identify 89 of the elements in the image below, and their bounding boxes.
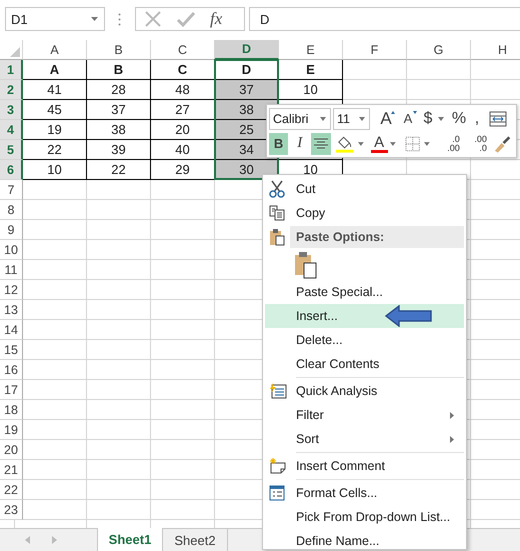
column-header[interactable]: H bbox=[471, 40, 520, 60]
row-header[interactable]: 5 bbox=[0, 140, 23, 160]
font-color-button[interactable]: A bbox=[370, 134, 388, 152]
menu-item[interactable]: Copy bbox=[265, 201, 464, 225]
table-cell: 10 bbox=[23, 160, 87, 180]
table-cell: E bbox=[279, 60, 343, 80]
copy-icon bbox=[269, 205, 285, 221]
menu-item[interactable]: Delete... bbox=[265, 328, 464, 352]
format-button[interactable]: , bbox=[469, 108, 485, 130]
increase-decimal-button[interactable]: .0 .00 bbox=[438, 134, 460, 152]
name-box[interactable]: D1 bbox=[5, 7, 105, 31]
caret-icon[interactable] bbox=[390, 142, 396, 146]
menu-item[interactable]: Define Name... bbox=[265, 529, 464, 551]
table-cell: 19 bbox=[23, 120, 87, 140]
bold-button[interactable]: B bbox=[269, 132, 288, 154]
row-header[interactable]: 6 bbox=[0, 160, 23, 180]
sheet-tab[interactable]: Sheet2 bbox=[163, 529, 228, 551]
menu-item[interactable]: Insert Comment bbox=[265, 454, 464, 478]
caret-icon[interactable] bbox=[438, 116, 444, 120]
center-align-button[interactable] bbox=[311, 132, 331, 154]
format-button[interactable]: % bbox=[451, 108, 467, 130]
caret-icon[interactable] bbox=[358, 142, 364, 146]
merge-center-icon[interactable] bbox=[489, 110, 507, 126]
table-cell: A bbox=[23, 60, 87, 80]
menu-item[interactable]: Paste Special... bbox=[265, 280, 464, 304]
clipboard-icon[interactable] bbox=[294, 250, 318, 278]
table-cell: 48 bbox=[151, 80, 215, 100]
menu-item[interactable]: Pick From Drop-down List... bbox=[265, 505, 464, 529]
caret-icon bbox=[320, 116, 326, 120]
menu-item[interactable]: Clear Contents bbox=[265, 352, 464, 376]
menu-item[interactable]: Insert... bbox=[265, 304, 464, 328]
table-cell: 29 bbox=[151, 160, 215, 180]
table-cell: 22 bbox=[87, 160, 151, 180]
table-cell: 45 bbox=[23, 100, 87, 120]
fill-color-icon[interactable] bbox=[334, 134, 354, 154]
comment-icon bbox=[269, 458, 287, 474]
left-arrow bbox=[385, 305, 433, 327]
table-cell: 27 bbox=[151, 100, 215, 120]
menu-heading: Paste Options: bbox=[290, 226, 464, 248]
format-cells-icon bbox=[269, 485, 285, 501]
menu-item[interactable]: Cut bbox=[265, 177, 464, 201]
formula-field[interactable]: D bbox=[249, 7, 520, 31]
table-cell: 37 bbox=[87, 100, 151, 120]
table-cell: 38 bbox=[87, 120, 151, 140]
font-size-dropdown[interactable]: 11 bbox=[333, 108, 370, 130]
row-header[interactable]: 3 bbox=[0, 100, 23, 120]
row-header[interactable]: 4 bbox=[0, 120, 23, 140]
table-cell: 10 bbox=[279, 80, 343, 100]
insert-function-button[interactable]: fx bbox=[210, 9, 222, 29]
column-header[interactable]: D bbox=[215, 40, 279, 60]
table-cell: 41 bbox=[23, 80, 87, 100]
table-cell: 20 bbox=[151, 120, 215, 140]
sheet-tab[interactable]: Sheet1 bbox=[98, 528, 163, 551]
scissors-icon bbox=[269, 180, 285, 198]
italic-button[interactable]: I bbox=[290, 132, 310, 154]
column-header[interactable]: B bbox=[87, 40, 151, 60]
table-cell: 37 bbox=[215, 80, 279, 100]
borders-icon[interactable] bbox=[404, 136, 420, 152]
table-cell: B bbox=[87, 60, 151, 80]
table-cell: 39 bbox=[87, 140, 151, 160]
shrink-font-button[interactable]: A bbox=[398, 108, 418, 130]
column-header[interactable]: G bbox=[407, 40, 471, 60]
align-center-icon bbox=[314, 138, 328, 150]
caret-icon bbox=[359, 116, 365, 120]
submenu-arrow-icon bbox=[450, 412, 454, 418]
table-cell: 22 bbox=[23, 140, 87, 160]
grow-font-button[interactable]: A bbox=[376, 108, 396, 130]
column-header[interactable]: E bbox=[279, 40, 343, 60]
menu-item[interactable]: Format Cells... bbox=[265, 481, 464, 505]
menu-item[interactable]: Quick Analysis bbox=[265, 379, 464, 403]
grip-icon bbox=[118, 12, 121, 26]
caret-icon bbox=[91, 17, 98, 21]
table-cell: C bbox=[151, 60, 215, 80]
row-header[interactable]: 2 bbox=[0, 80, 23, 100]
column-header[interactable]: F bbox=[343, 40, 407, 60]
format-button[interactable]: $ bbox=[420, 108, 436, 130]
row-header[interactable]: 1 bbox=[0, 60, 23, 80]
font-dropdown[interactable]: Calibri bbox=[269, 108, 331, 130]
menu-item[interactable]: Sort bbox=[265, 427, 464, 451]
caret-icon[interactable] bbox=[424, 142, 430, 146]
table-cell: 28 bbox=[87, 80, 151, 100]
decrease-decimal-button[interactable]: .00 .0 bbox=[466, 134, 487, 152]
clipboard-icon bbox=[269, 228, 285, 246]
menu-item[interactable]: Filter bbox=[265, 403, 464, 427]
brush-icon[interactable] bbox=[492, 134, 512, 154]
column-header[interactable]: A bbox=[23, 40, 87, 60]
quick-analysis-icon bbox=[269, 383, 287, 399]
table-cell: 40 bbox=[151, 140, 215, 160]
submenu-arrow-icon bbox=[450, 436, 454, 442]
